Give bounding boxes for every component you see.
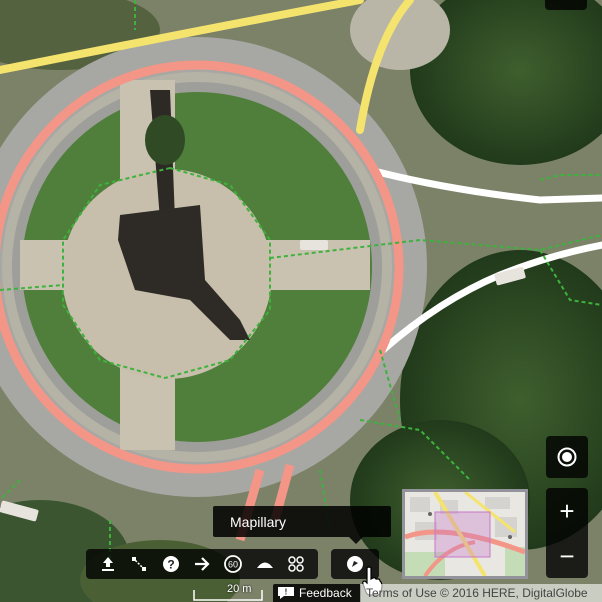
feedback-icon: !	[278, 587, 294, 599]
measure-icon[interactable]	[126, 551, 152, 577]
attribution: Terms of Use © 2016 HERE, DigitalGlobe	[360, 584, 602, 602]
zoom-out-button[interactable]: −	[559, 543, 574, 569]
tooltip-arrow	[349, 537, 363, 544]
upload-icon[interactable]	[95, 551, 121, 577]
svg-text:60: 60	[228, 560, 238, 570]
layers-icon[interactable]	[283, 551, 309, 577]
help-icon[interactable]: ?	[158, 551, 184, 577]
zoom-controls: + −	[546, 488, 588, 578]
minimap[interactable]	[402, 489, 528, 579]
mapillary-tooltip: Mapillary	[213, 506, 391, 537]
map-data-toolbar: ? 60	[86, 549, 318, 579]
attribution-text[interactable]: Terms of Use © 2016 HERE, DigitalGlobe	[366, 586, 588, 600]
feedback-label: Feedback	[299, 586, 352, 600]
arrow-icon[interactable]	[189, 551, 215, 577]
minimap-canvas	[405, 492, 525, 576]
geolocate-button[interactable]	[546, 436, 588, 478]
feedback-button[interactable]: ! Feedback	[273, 584, 361, 602]
elevation-icon[interactable]	[252, 551, 278, 577]
svg-text:?: ?	[167, 558, 174, 572]
scale-label: 20 m	[227, 583, 252, 595]
zoom-in-button[interactable]: +	[559, 498, 574, 524]
locate-icon	[557, 447, 577, 467]
top-control[interactable]	[545, 0, 587, 10]
svg-text:!: !	[285, 588, 288, 597]
speed-limit-icon[interactable]: 60	[220, 551, 246, 577]
